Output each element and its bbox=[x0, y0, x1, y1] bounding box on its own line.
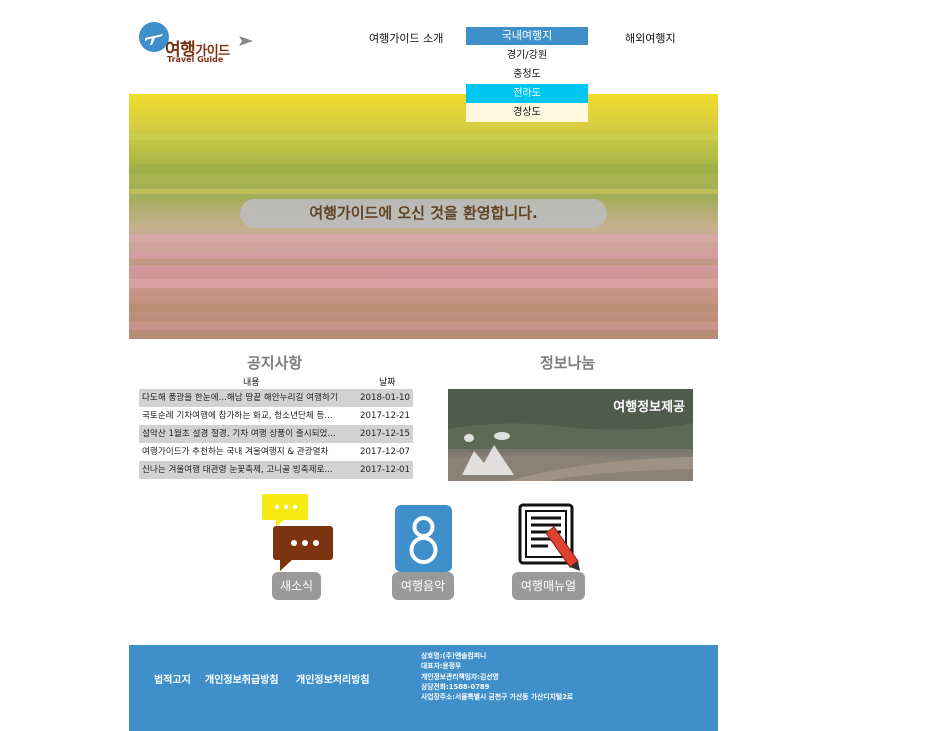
company-phone: 상담전화:1588-0789 bbox=[421, 682, 490, 691]
footer-link-legal[interactable]: 법적고지 bbox=[154, 671, 191, 686]
dropdown-item-gyeongsang[interactable]: 경상도 bbox=[466, 103, 588, 122]
footer-company-info: 상호명:(주)엔솔컴퍼니 대표자:윤정우 개인정보관리책임자:김선영 상담전화:… bbox=[421, 651, 573, 702]
footer-link-privacy-handling[interactable]: 개인정보취급방침 bbox=[205, 671, 279, 686]
table-row[interactable]: 국토순례 기차여행에 참가하는 화교, 청소년단체 등... 2017-12-21 bbox=[139, 407, 413, 425]
table-row[interactable]: 다도해 풍광을 한눈에...해남 땅끝 해안누리길 여행하기 2018-01-10 bbox=[139, 389, 413, 407]
image-placeholder-icon bbox=[462, 432, 514, 475]
company-address: 사업장주소:서울특별시 금천구 가산동 가산디지털2로 bbox=[421, 693, 574, 702]
logo-subtitle: Travel Guide bbox=[167, 55, 224, 64]
speech-bubbles-icon bbox=[262, 494, 333, 571]
footer-link-privacy-processing[interactable]: 개인정보처리방침 bbox=[296, 671, 370, 686]
info-share-title: 정보나눔 bbox=[540, 354, 596, 372]
table-row[interactable]: 여행가이드가 추천하는 국내 겨울여행지 & 관광열차 2017-12-07 bbox=[139, 443, 413, 461]
notices-title: 공지사항 bbox=[247, 354, 303, 372]
notices-table: 다도해 풍광을 한눈에...해남 땅끝 해안누리길 여행하기 2018-01-10… bbox=[139, 389, 413, 479]
manual-button[interactable]: 여행매뉴얼 bbox=[512, 572, 585, 600]
nav-intro[interactable]: 여행가이드 소개 bbox=[369, 30, 443, 46]
footer: 법적고지 개인정보취급방침 개인정보처리방침 상호명:(주)엔솔컴퍼니 대표자:… bbox=[129, 645, 718, 731]
welcome-message: 여행가이드에 오신 것을 환영합니다. bbox=[240, 199, 607, 228]
music-card[interactable] bbox=[395, 505, 452, 572]
notices-column-content: 내용 bbox=[243, 378, 260, 388]
document-pencil-icon bbox=[518, 503, 580, 571]
news-button[interactable]: 새소식 bbox=[272, 572, 321, 600]
domestic-dropdown-menu: 경기/강원 충청도 전라도 경상도 bbox=[466, 46, 588, 122]
dropdown-item-jeolla[interactable]: 전라도 bbox=[466, 84, 588, 103]
nav-overseas[interactable]: 해외여행지 bbox=[625, 30, 676, 46]
company-privacy-officer: 개인정보관리책임자:김선영 bbox=[421, 672, 499, 681]
arrow-icon bbox=[239, 36, 253, 46]
dropdown-item-chungcheong[interactable]: 충청도 bbox=[466, 65, 588, 84]
nav-domestic[interactable]: 국내여행지 bbox=[466, 27, 588, 45]
music-8-icon bbox=[395, 505, 452, 572]
music-button[interactable]: 여행음악 bbox=[392, 572, 454, 600]
table-row[interactable]: 설악산 1월초 설경 절경, 기차 여행 상품이 출시되었... 2017-12-… bbox=[139, 425, 413, 443]
info-share-image[interactable]: 여행정보제공 bbox=[448, 389, 693, 481]
airplane-icon bbox=[145, 34, 163, 45]
manual-card[interactable] bbox=[518, 503, 582, 573]
site-logo[interactable]: 여행가이드 Travel Guide bbox=[138, 20, 258, 68]
company-ceo: 대표자:윤정우 bbox=[421, 662, 462, 671]
notices-column-date: 날짜 bbox=[379, 378, 396, 388]
company-name: 상호명:(주)엔솔컴퍼니 bbox=[421, 652, 487, 660]
info-share-image-label: 여행정보제공 bbox=[613, 400, 685, 415]
news-card[interactable] bbox=[262, 492, 334, 572]
dropdown-item-gyeonggi[interactable]: 경기/강원 bbox=[466, 46, 588, 65]
table-row[interactable]: 신나는 겨울여행 대관령 눈꽃축제, 고니골 빙축제로... 2017-12-01 bbox=[139, 461, 413, 479]
